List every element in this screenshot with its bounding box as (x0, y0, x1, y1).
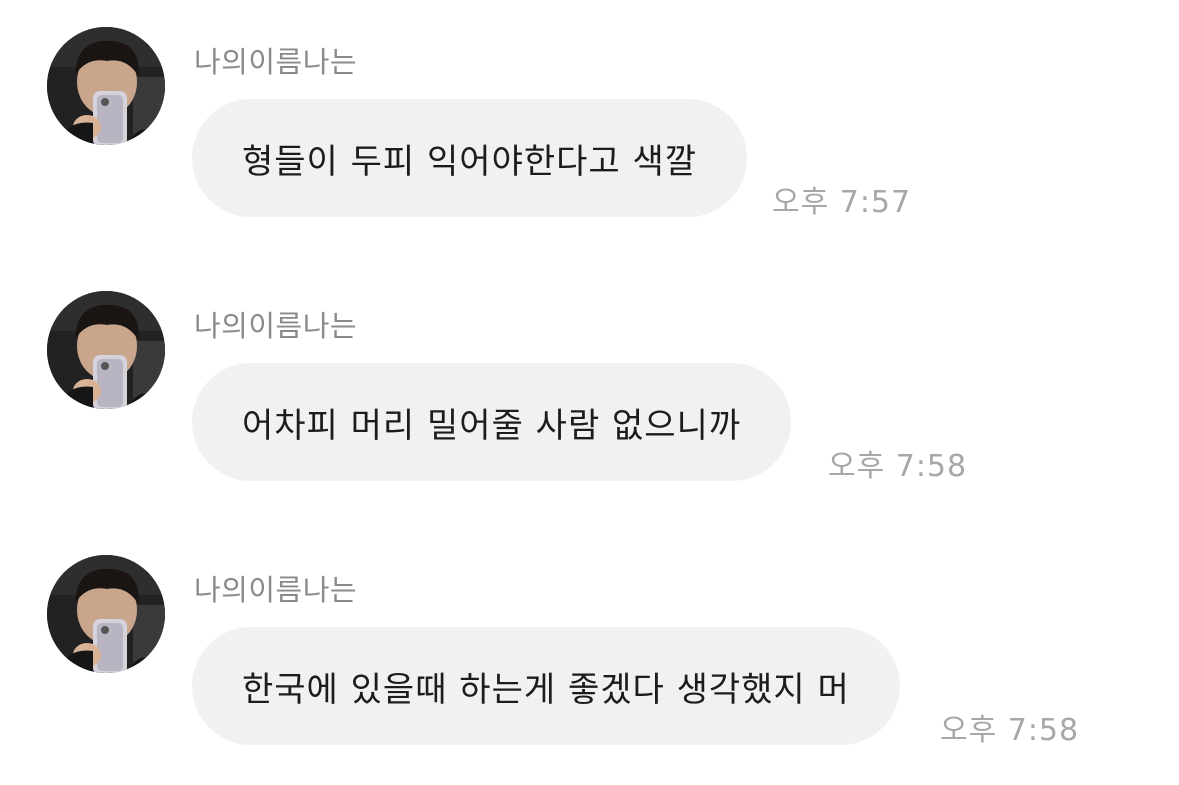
profile-photo-icon (47, 555, 165, 673)
avatar[interactable] (47, 555, 165, 673)
message-bubble[interactable]: 한국에 있을때 하는게 좋겠다 생각했지 머 (192, 627, 900, 745)
chat-message: 나의이름나는 어차피 머리 밀어줄 사람 없으니까 오후 7:58 (0, 291, 1179, 521)
chat-message: 나의이름나는 형들이 두피 익어야한다고 색깔 오후 7:57 (0, 27, 1179, 257)
message-text: 형들이 두피 익어야한다고 색깔 (242, 141, 698, 182)
avatar[interactable] (47, 27, 165, 145)
message-bubble[interactable]: 형들이 두피 익어야한다고 색깔 (192, 99, 748, 217)
profile-photo-icon (47, 291, 165, 409)
message-timestamp: 오후 7:58 (828, 449, 968, 484)
message-text: 어차피 머리 밀어줄 사람 없으니까 (242, 405, 742, 446)
message-timestamp: 오후 7:58 (940, 713, 1080, 748)
sender-name: 나의이름나는 (194, 309, 358, 343)
profile-photo-icon (47, 27, 165, 145)
message-bubble[interactable]: 어차피 머리 밀어줄 사람 없으니까 (192, 363, 792, 481)
sender-name: 나의이름나는 (194, 573, 358, 607)
message-timestamp: 오후 7:57 (772, 185, 912, 220)
message-text: 한국에 있을때 하는게 좋겠다 생각했지 머 (242, 669, 850, 710)
sender-name: 나의이름나는 (194, 45, 358, 79)
chat-message: 나의이름나는 한국에 있을때 하는게 좋겠다 생각했지 머 오후 7:58 (0, 555, 1179, 785)
avatar[interactable] (47, 291, 165, 409)
